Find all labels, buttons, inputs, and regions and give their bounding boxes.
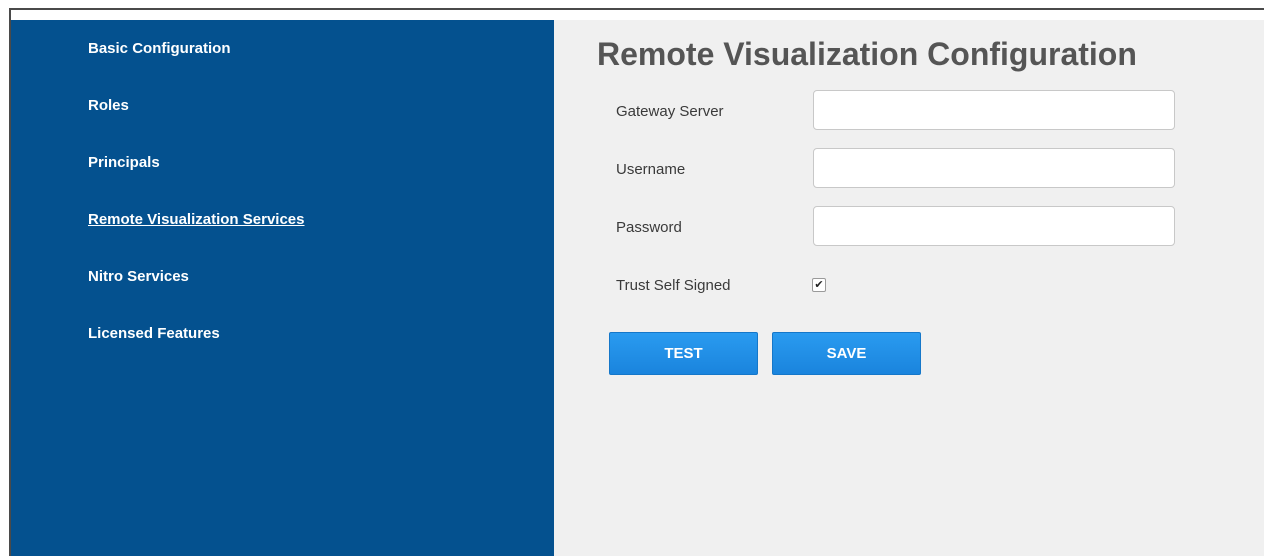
username-label: Username (616, 161, 686, 178)
gateway-server-input[interactable] (813, 90, 1175, 130)
trust-self-signed-label: Trust Self Signed (616, 277, 731, 294)
username-input[interactable] (813, 148, 1175, 188)
trust-self-signed-checkbox[interactable]: ✔ (812, 278, 826, 292)
page-title: Remote Visualization Configuration (597, 36, 1137, 72)
password-label: Password (616, 219, 682, 236)
checkmark-icon: ✔ (814, 279, 824, 291)
sidebar-item-remote-visualization-services[interactable]: Remote Visualization Services (88, 211, 304, 228)
sidebar-nav: Basic Configuration Roles Principals Rem… (11, 20, 554, 556)
sidebar-item-roles[interactable]: Roles (88, 97, 129, 114)
save-button[interactable]: SAVE (772, 332, 921, 375)
sidebar-item-principals[interactable]: Principals (88, 154, 160, 171)
test-button[interactable]: TEST (609, 332, 758, 375)
main-content: Remote Visualization Configuration Gatew… (554, 20, 1264, 556)
sidebar-item-licensed-features[interactable]: Licensed Features (88, 325, 220, 342)
sidebar-item-nitro-services[interactable]: Nitro Services (88, 268, 189, 285)
gateway-server-label: Gateway Server (616, 103, 724, 120)
app-frame: Basic Configuration Roles Principals Rem… (9, 8, 1264, 556)
sidebar-item-basic-configuration[interactable]: Basic Configuration (88, 40, 231, 57)
password-input[interactable] (813, 206, 1175, 246)
